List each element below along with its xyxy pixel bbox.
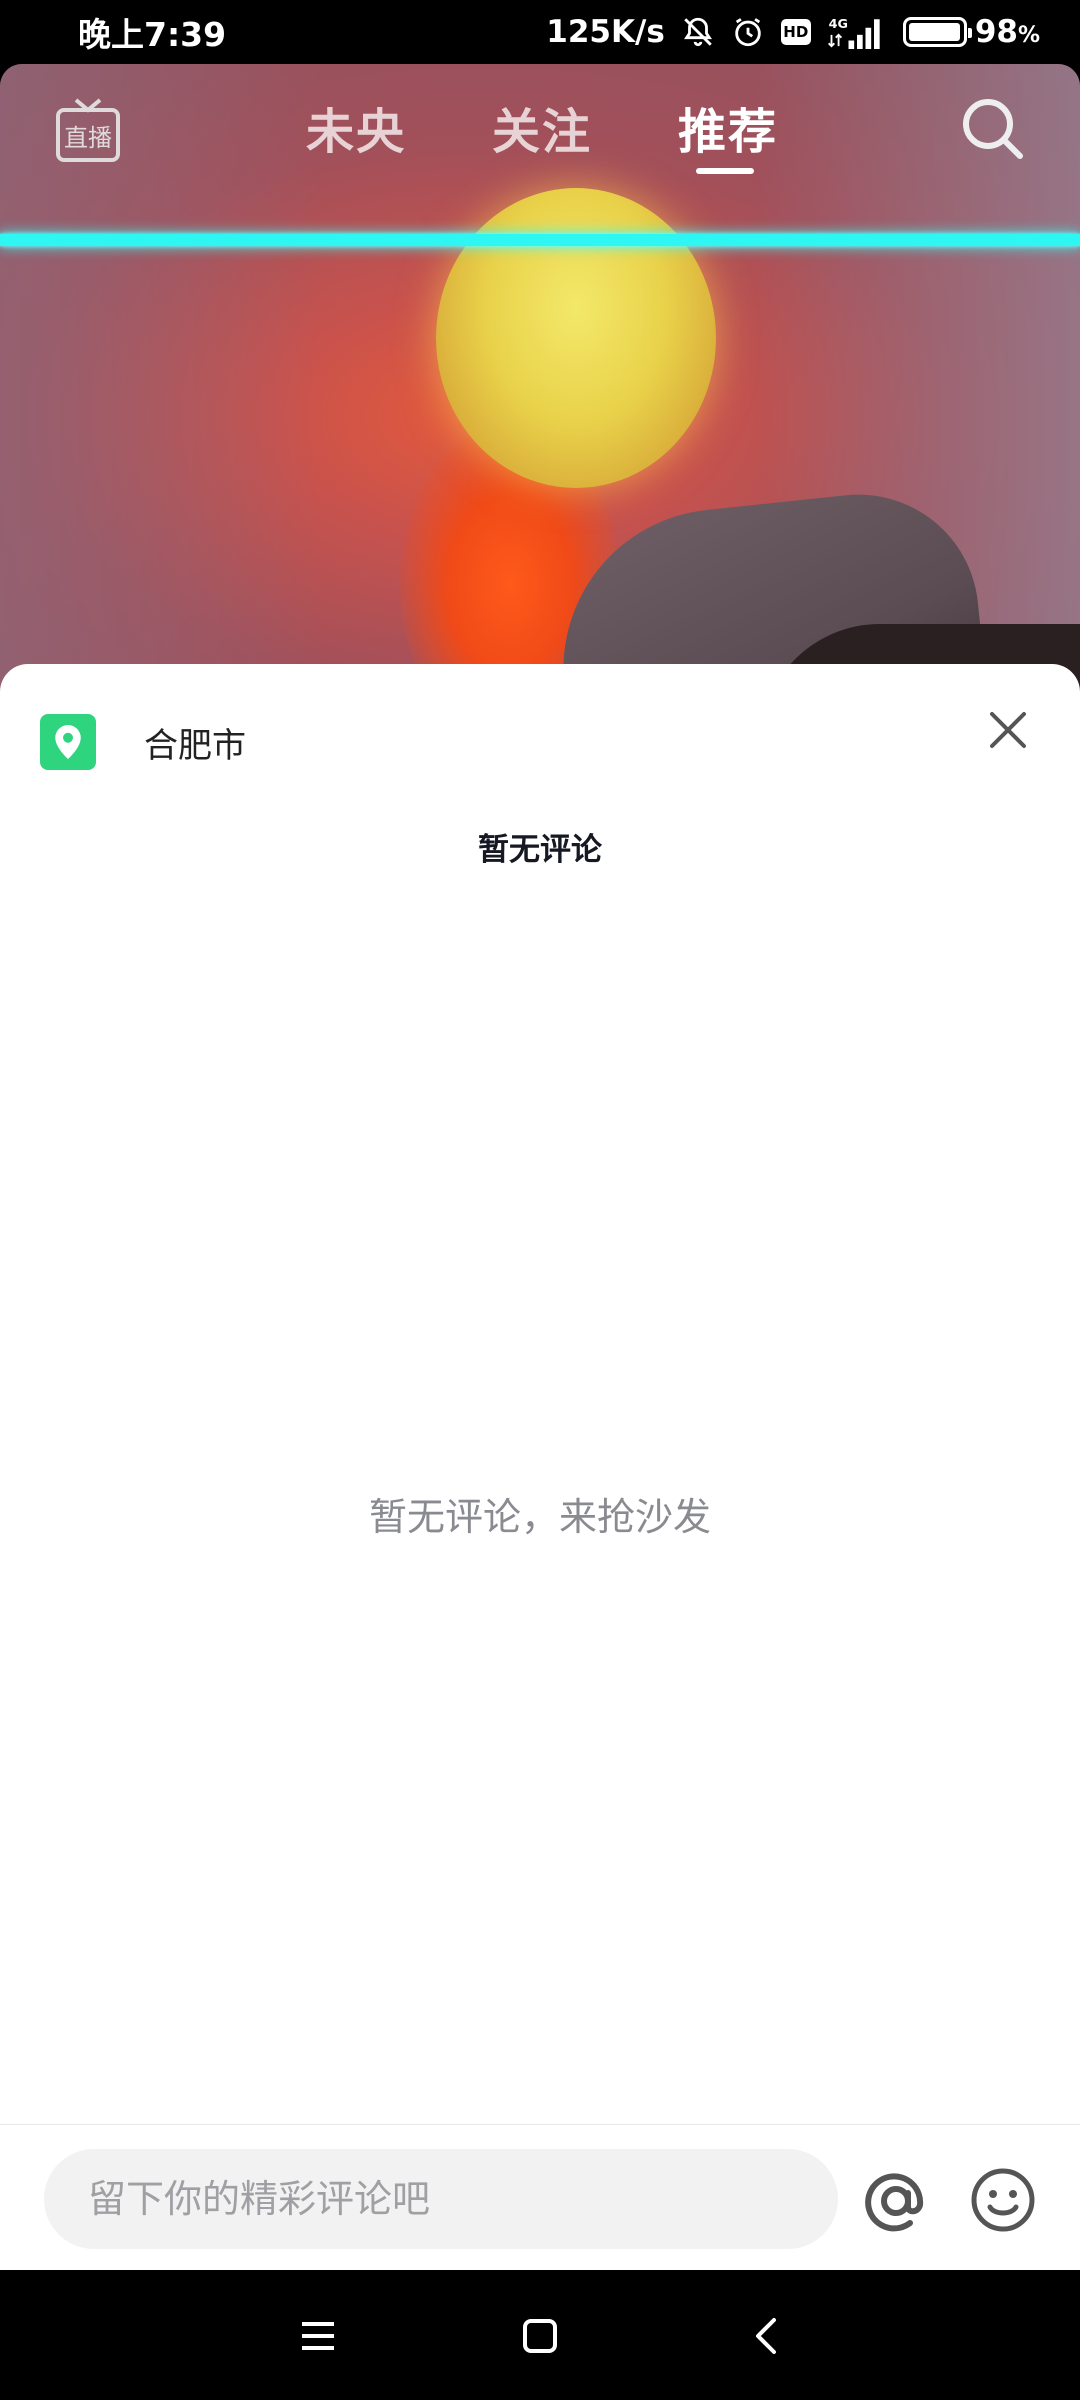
comment-input-bar <box>0 2124 1080 2270</box>
tab-recommend[interactable]: 推荐 <box>678 92 778 162</box>
back-icon[interactable] <box>744 2312 792 2360</box>
battery-icon <box>902 17 972 47</box>
home-icon[interactable] <box>516 2312 564 2360</box>
svg-text:4G: 4G <box>828 17 847 32</box>
mute-bell-icon <box>681 15 715 49</box>
video-player[interactable]: 直播 未央 关注 推荐 <box>0 64 1080 704</box>
system-nav-bar <box>0 2270 1080 2400</box>
location-pin-icon <box>40 714 96 770</box>
active-tab-indicator <box>696 168 754 174</box>
status-time: 晚上7:39 <box>78 15 227 54</box>
location-label[interactable]: 合肥市 <box>144 718 246 767</box>
screen: 晚上7:39 125K/s HD 4G 98% 直播 未央 关注 推荐 合肥市 … <box>0 0 1080 2400</box>
status-icons: 125K/s HD 4G 98% <box>546 14 1040 50</box>
video-frame-bulb <box>436 188 716 488</box>
close-icon[interactable] <box>984 706 1032 754</box>
alarm-icon <box>731 15 765 49</box>
emoji-icon[interactable] <box>968 2165 1038 2235</box>
location-row[interactable]: 合肥市 <box>40 714 246 770</box>
tab-following[interactable]: 关注 <box>492 92 592 162</box>
hd-badge: HD <box>780 19 811 45</box>
empty-comments-message: 暂无评论，来抢沙发 <box>368 1495 711 1539</box>
search-icon[interactable] <box>958 94 1028 164</box>
sheet-title: 暂无评论 <box>478 832 602 868</box>
battery-percent: 98% <box>974 14 1040 50</box>
menu-icon[interactable] <box>294 2312 342 2360</box>
network-speed: 125K/s <box>546 14 665 50</box>
top-nav: 直播 未央 关注 推荐 <box>0 64 1080 204</box>
nav-tabs: 未央 关注 推荐 <box>0 92 1080 172</box>
video-scanline <box>0 234 1080 246</box>
comment-sheet: 合肥市 暂无评论 暂无评论，来抢沙发 <box>0 664 1080 2270</box>
signal-icon: 4G <box>827 15 887 49</box>
battery: 98% <box>902 14 1040 50</box>
tab-weiyang[interactable]: 未央 <box>306 92 406 162</box>
comment-input[interactable] <box>44 2149 838 2249</box>
at-icon[interactable] <box>860 2165 932 2237</box>
status-bar: 晚上7:39 125K/s HD 4G 98% <box>0 0 1080 64</box>
